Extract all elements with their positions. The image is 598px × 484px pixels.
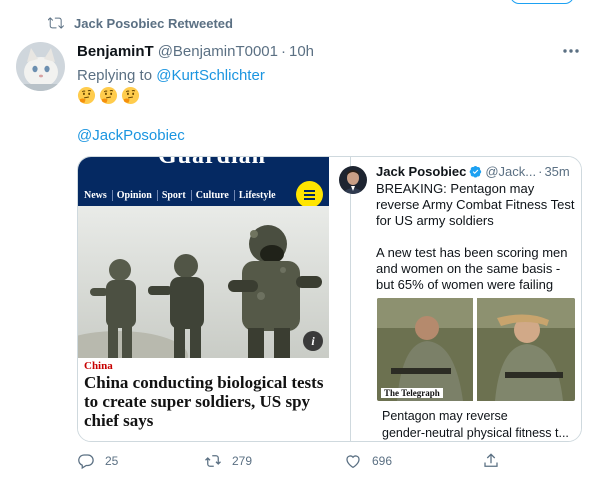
article-headline: China conducting biological tests to cre… [84,373,324,430]
thinking-face-icon [77,86,96,105]
replying-to-link[interactable]: @KurtSchlichter [156,67,265,84]
caption-line-1: Pentagon may reverse [382,409,508,423]
verified-badge-icon [469,166,482,178]
media-card[interactable]: Guardian News Opinion Sport Culture Life… [77,156,582,442]
like-button[interactable]: 696 [344,452,392,470]
retweet-context-label[interactable]: Jack Posobiec Retweeted [74,16,233,31]
more-options-icon[interactable] [562,46,580,56]
retweet-context: Jack Posobiec Retweeted [48,14,233,32]
nav-item-sport: Sport [162,189,192,201]
embedded-author-handle: @Jack... [485,164,537,179]
author-handle[interactable]: @BenjaminT0001 [158,43,278,60]
follow-button-edge[interactable] [510,0,574,4]
guardian-masthead: Guardian [78,157,329,184]
avatar-image [16,42,65,91]
header-separator: · [280,43,286,60]
embedded-separator: · [538,164,543,179]
thinking-face-icon [99,86,118,105]
tweet-emojis [77,86,140,105]
like-count: 696 [372,454,393,468]
reply-count: 25 [105,454,119,468]
tweet-time[interactable]: 10h [289,43,314,60]
retweet-button[interactable]: 279 [204,452,252,470]
reply-icon [78,454,94,470]
embedded-time: 35m [544,164,570,179]
guardian-logo: Guardian [158,157,266,170]
top-strip [0,0,598,5]
retweet-icon [205,455,221,467]
info-icon: i [303,331,323,351]
nav-item-culture: Culture [196,189,235,201]
embedded-link-caption: Pentagon may reverse gender-neutral phys… [382,408,580,441]
reply-button[interactable]: 25 [77,452,118,470]
replying-prefix: Replying to [77,67,157,84]
avatar[interactable] [16,42,65,91]
nav-item-opinion: Opinion [117,189,158,201]
thinking-face-icon [121,86,140,105]
embedded-text-breaking: BREAKING: Pentagon may reverse Army Comb… [376,181,575,228]
replying-to: Replying to @KurtSchlichter [77,67,265,84]
share-button[interactable] [482,452,510,470]
nav-item-news: News [84,189,113,201]
embedded-tweet-text: BREAKING: Pentagon may reverse Army Comb… [376,181,576,309]
soldiers-photo [78,206,329,358]
tweet-actions: 25 279 696 [77,452,502,472]
mention-link[interactable]: @JackPosobiec [77,127,185,144]
share-icon [484,453,498,467]
author-name[interactable]: BenjaminT [77,43,154,60]
guardian-screenshot[interactable]: Guardian News Opinion Sport Culture Life… [78,157,351,441]
guardian-nav: News Opinion Sport Culture Lifestyle [78,184,329,206]
embedded-author-name: Jack Posobiec [376,164,467,179]
caption-line-2: gender-neutral physical fitness t... [382,426,569,440]
retweet-count: 279 [232,454,253,468]
article-kicker: China [84,360,113,372]
heart-icon [346,455,360,469]
tweet-header: BenjaminT @BenjaminT0001 · 10h [77,43,314,60]
embedded-avatar [339,166,367,194]
nav-item-lifestyle: Lifestyle [238,189,276,201]
embedded-soldiers-photo [377,298,575,401]
retweet-icon [48,17,64,29]
embedded-text-detail: A new test has been scoring men and wome… [376,245,568,292]
embedded-tweet-header: Jack Posobiec @Jack... · 35m [376,164,570,179]
telegraph-logo: The Telegraph [381,388,443,398]
hamburger-menu-icon [296,181,323,208]
